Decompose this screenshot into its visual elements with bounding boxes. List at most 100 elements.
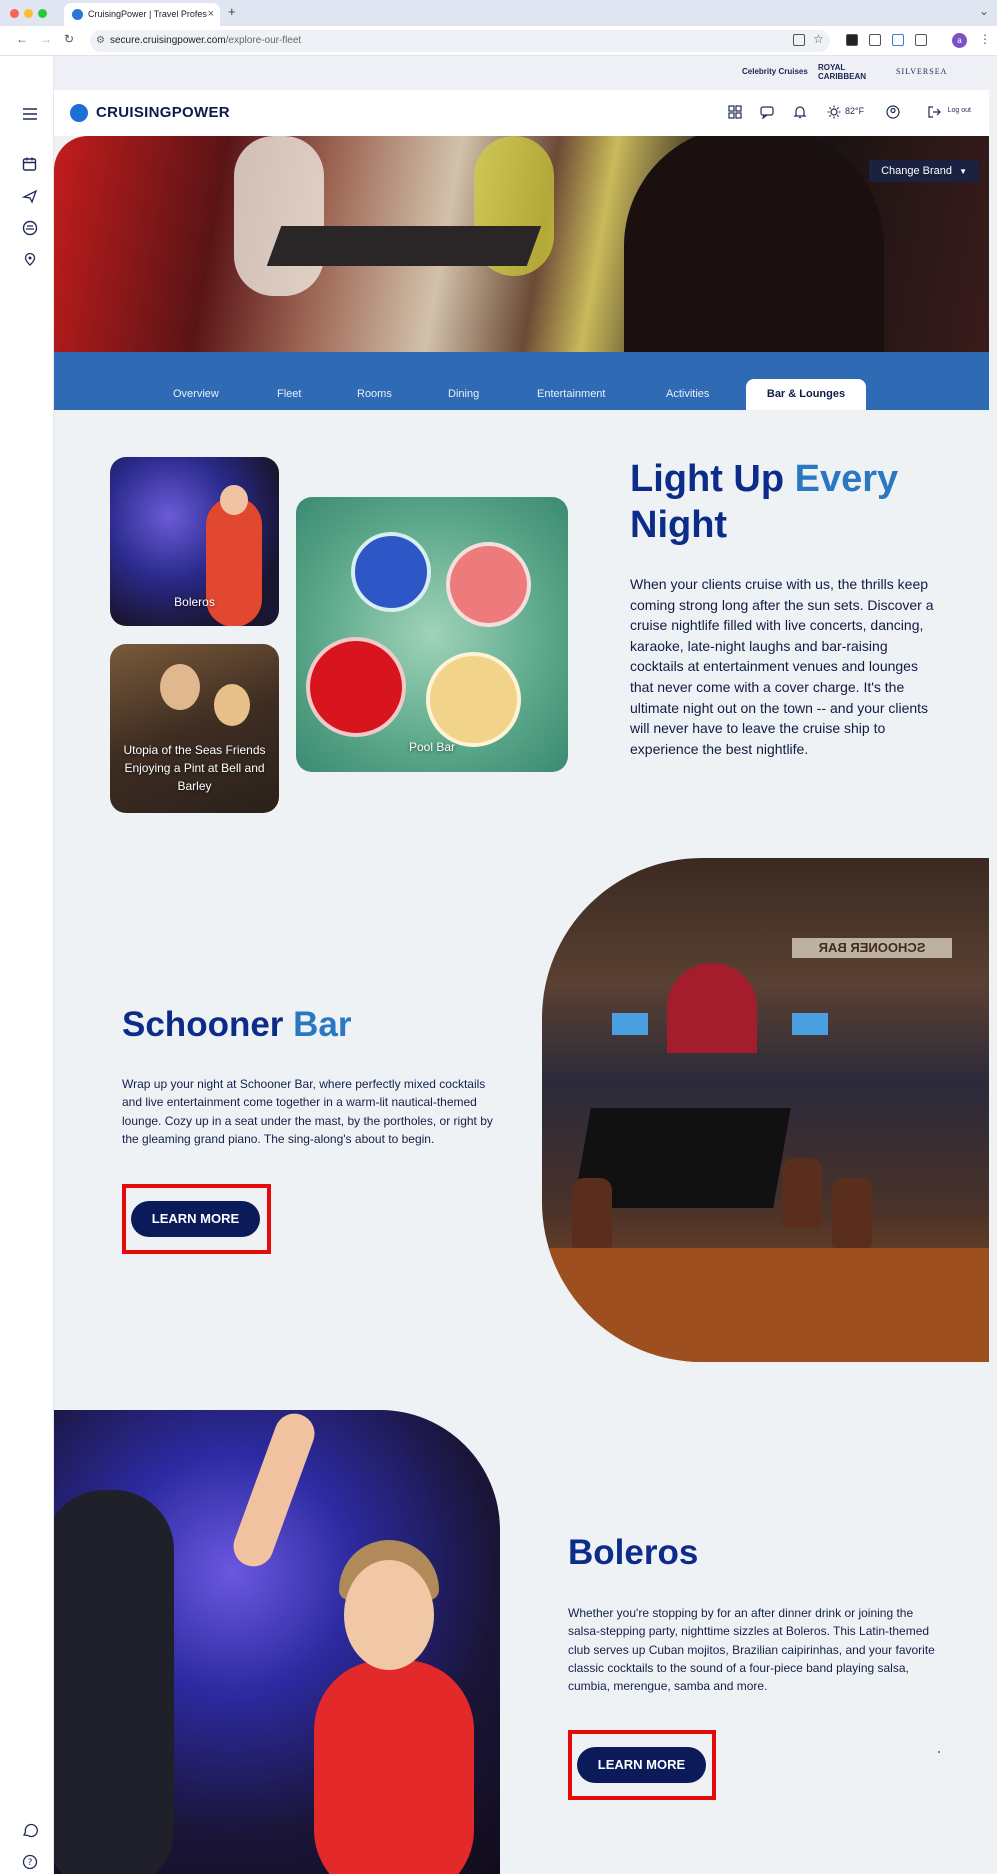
minimize-window-dot[interactable] — [24, 9, 33, 18]
tab-dining[interactable]: Dining — [448, 388, 479, 400]
gallery-card-utopia[interactable]: Utopia of the Seas Friends Enjoying a Pi… — [110, 644, 279, 813]
tab-entertainment[interactable]: Entertainment — [537, 388, 605, 400]
close-tab-icon[interactable]: × — [208, 3, 214, 26]
tab-bar-lounges[interactable]: Bar & Lounges — [746, 379, 866, 410]
schooner-title: Schooner Bar — [122, 1005, 352, 1045]
url-path: /explore-our-fleet — [225, 35, 302, 46]
decorative-dot — [938, 1751, 940, 1753]
profile-avatar[interactable]: a — [952, 33, 967, 48]
docs-extension-icon[interactable] — [892, 34, 904, 46]
location-pin-icon[interactable] — [22, 252, 38, 268]
notification-bell-icon[interactable] — [793, 105, 807, 119]
boleros-body: Whether you're stopping by for an after … — [568, 1606, 935, 1694]
forward-icon[interactable]: → — [40, 32, 52, 46]
address-bar[interactable]: ⚙ secure.cruisingpower.com/explore-our-f… — [90, 30, 830, 52]
logout-link[interactable]: Log out — [948, 107, 971, 114]
schooner-sign: SCHOONER BAR — [792, 938, 952, 958]
svg-text:?: ? — [28, 1858, 33, 1868]
gallery-caption: Boleros — [174, 595, 215, 609]
camera-extension-icon[interactable] — [869, 34, 881, 46]
intro-title-word: Every — [794, 458, 899, 500]
cruisingpower-logo-icon[interactable] — [70, 104, 88, 122]
schooner-body: Wrap up your night at Schooner Bar, wher… — [122, 1077, 493, 1146]
card-image-shape — [351, 532, 431, 612]
browser-tab-strip: CruisingPower | Travel Profes × + ⌄ — [0, 0, 997, 26]
gallery-caption: Utopia of the Seas Friends Enjoying a Pi… — [123, 743, 266, 793]
browser-toolbar: ← → ↻ ⚙ secure.cruisingpower.com/explore… — [0, 26, 997, 56]
image-shape — [572, 1178, 612, 1248]
gallery-card-boleros[interactable]: Boleros — [110, 457, 279, 626]
card-image-shape — [426, 652, 521, 747]
airplane-icon[interactable] — [21, 188, 38, 204]
image-shape — [542, 1248, 989, 1362]
hero-image: Change Brand ▼ — [54, 136, 989, 352]
site-header: CRUISINGPOWER 82°F Log out — [54, 90, 989, 136]
help-icon[interactable]: ? — [22, 1854, 38, 1870]
maximize-window-dot[interactable] — [38, 9, 47, 18]
intro-title-word: Night — [630, 504, 728, 546]
image-shape — [314, 1660, 474, 1874]
image-shape — [832, 1178, 872, 1248]
temperature-readout: 82°F — [845, 106, 865, 116]
hamburger-menu-icon[interactable] — [22, 106, 38, 122]
browser-tab[interactable]: CruisingPower | Travel Profes × — [64, 3, 220, 26]
silversea-logo[interactable]: SILVERSEA — [896, 67, 947, 76]
schooner-learn-more-button[interactable]: LEARN MORE — [131, 1201, 260, 1237]
browser-menu-icon[interactable]: ⋮ — [979, 32, 991, 46]
tab-search-chevron-icon[interactable]: ⌄ — [979, 4, 989, 18]
browser-tab-title: CruisingPower | Travel Profes — [88, 9, 207, 19]
intro-body: When your clients cruise with us, the th… — [630, 576, 934, 757]
tab-rooms[interactable]: Rooms — [357, 388, 392, 400]
favicon-icon — [72, 9, 83, 20]
chevron-down-icon: ▼ — [959, 167, 967, 176]
url-host: secure.cruisingpower.com — [110, 35, 226, 46]
tab-overview[interactable]: Overview — [173, 388, 219, 400]
bookmark-star-icon[interactable]: ☆ — [813, 32, 824, 46]
site-settings-icon[interactable]: ⚙ — [96, 30, 105, 52]
new-tab-icon[interactable]: + — [228, 4, 236, 19]
hero-shape — [624, 136, 884, 352]
tab-fleet[interactable]: Fleet — [277, 388, 301, 400]
back-icon[interactable]: ← — [16, 32, 28, 46]
weather-sun-icon — [827, 105, 841, 119]
celebrity-logo[interactable]: Celebrity Cruises — [742, 67, 808, 76]
close-window-dot[interactable] — [10, 9, 19, 18]
schooner-title-word: Bar — [293, 1005, 352, 1044]
card-image-shape — [160, 664, 200, 710]
royal-caribbean-logo[interactable]: ROYAL CARIBBEAN — [818, 63, 874, 81]
gallery-card-pool-bar[interactable]: Pool Bar — [296, 497, 568, 772]
logout-icon[interactable] — [927, 105, 941, 119]
site-logo[interactable]: CRUISINGPOWER — [96, 104, 230, 121]
intro-title-word: Up — [733, 458, 785, 500]
image-shape — [782, 1158, 822, 1228]
extension-icon[interactable] — [846, 34, 858, 46]
image-shape — [227, 1410, 321, 1573]
hero-shape — [266, 226, 542, 266]
tab-activities[interactable]: Activities — [666, 388, 709, 400]
image-shape — [612, 1013, 648, 1035]
calendar-add-icon[interactable] — [22, 156, 38, 172]
boleros-image — [54, 1410, 500, 1874]
card-image-shape — [220, 485, 248, 515]
intro-title: Light Up Every Night — [630, 456, 950, 548]
section-tabs: Overview Fleet Rooms Dining Entertainmen… — [54, 352, 989, 410]
puzzle-icon[interactable] — [915, 34, 927, 46]
image-shape — [792, 1013, 828, 1035]
chat-support-icon[interactable] — [22, 1822, 38, 1838]
boleros-title: Boleros — [568, 1533, 699, 1572]
schooner-title-word: Schooner — [122, 1005, 284, 1044]
card-image-shape — [214, 684, 250, 726]
reload-icon[interactable]: ↻ — [64, 32, 74, 46]
boleros-learn-more-button[interactable]: LEARN MORE — [577, 1747, 706, 1783]
user-account-icon[interactable] — [886, 105, 900, 119]
intro-title-word: Light — [630, 458, 723, 500]
messages-icon[interactable] — [760, 105, 774, 120]
apps-grid-icon[interactable] — [728, 105, 742, 119]
gallery-caption: Pool Bar — [408, 740, 456, 754]
brand-strip: Celebrity Cruises ROYAL CARIBBEAN SILVER… — [54, 56, 989, 90]
cruise-icon[interactable] — [22, 220, 38, 236]
cast-icon[interactable] — [793, 34, 805, 46]
card-image-shape — [446, 542, 531, 627]
change-brand-button[interactable]: Change Brand ▼ — [869, 160, 979, 182]
image-shape — [54, 1490, 174, 1874]
